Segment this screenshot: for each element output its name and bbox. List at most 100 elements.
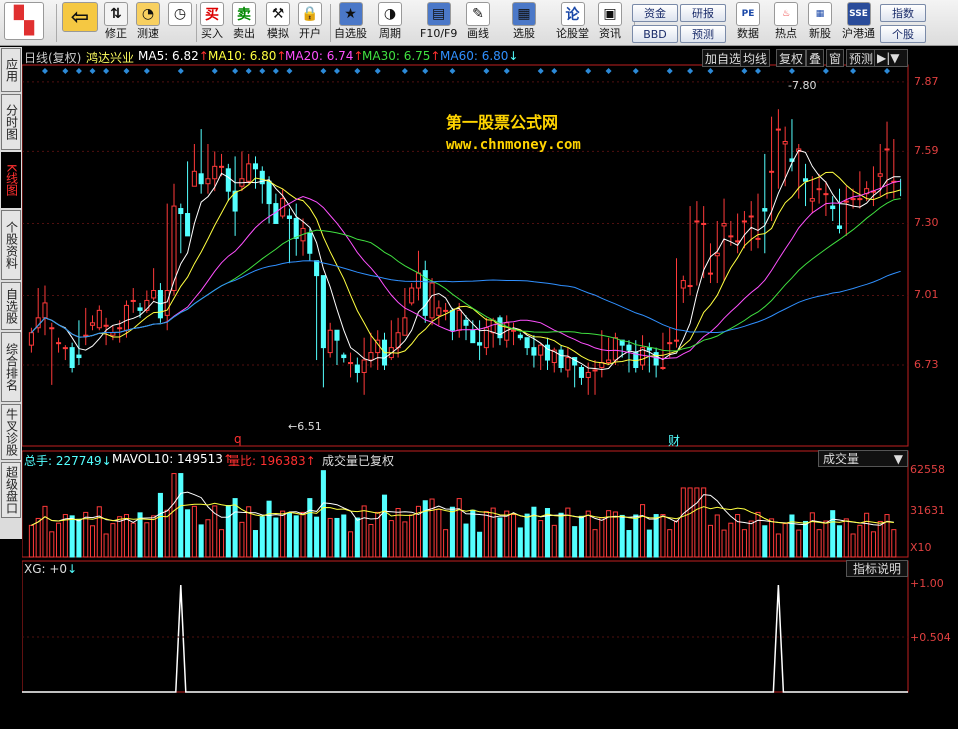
toolbar-button-15[interactable]: 论论股堂 [556, 2, 589, 44]
header-button-1[interactable]: 加自选 [702, 49, 744, 67]
volume-bar [118, 517, 122, 557]
volume-bar [321, 471, 325, 557]
toolbar-button-10[interactable]: ★ 自选股 [334, 2, 367, 44]
left-tab-1[interactable]: 应用 [1, 48, 21, 92]
volume-bar [491, 508, 495, 557]
candle-body [817, 189, 821, 190]
toolbar-button-7[interactable]: 卖卖出 [232, 2, 256, 44]
volume-bar [111, 524, 115, 557]
volume-bar [294, 516, 298, 557]
volume-indicator-dropdown[interactable]: 成交量 ▼ [818, 450, 908, 467]
xg-indicator-line [22, 585, 908, 692]
volume-bar [199, 525, 203, 557]
left-tab-6[interactable]: 综合排名 [1, 332, 21, 402]
toolbar-right-button-2[interactable]: ♨ 热点 [774, 2, 798, 44]
toolbar-button-12[interactable]: ▤ F10/F9 [420, 2, 457, 44]
toolbar-button-label: 数据 [737, 27, 759, 41]
header-button-2[interactable]: 均线 [740, 49, 770, 67]
sell-icon: 卖 [232, 2, 256, 26]
candle-body [688, 286, 692, 287]
candle-body [668, 343, 672, 344]
toolbar-button-11[interactable]: ◑ 周期 [378, 2, 402, 44]
toolbar-button-13[interactable]: ✎ 画线 [466, 2, 490, 44]
toolbar-button-1[interactable]: ▚ [4, 2, 44, 44]
signal-diamond-icon [606, 68, 612, 74]
toolbar-small-button-5[interactable]: 指数 [880, 4, 926, 22]
toolbar-small-button-2[interactable]: BBD [632, 25, 678, 43]
candle-body [124, 305, 128, 330]
header-button-3[interactable]: 复权 [776, 49, 806, 67]
marker-q: q [234, 432, 242, 446]
signal-diamond-icon [850, 68, 856, 74]
signal-diamond-icon [144, 68, 150, 74]
volume-bar [674, 521, 678, 557]
indicator-help-button[interactable]: 指标说明 [846, 560, 908, 577]
toolbar-small-button-6[interactable]: 个股 [880, 25, 926, 43]
volume-bar [505, 511, 509, 557]
candle-body [396, 333, 400, 348]
volume-bar [437, 509, 441, 557]
candle-body [837, 226, 841, 228]
signal-diamond-icon [755, 68, 761, 74]
candle-body [43, 303, 47, 318]
toolbar-button-14[interactable]: ▦ 选股 [512, 2, 536, 44]
toolbar-right-button-4[interactable]: SSE 沪港通 [842, 2, 875, 44]
volume-bar [647, 530, 651, 557]
toolbar-button-6[interactable]: 买买入 [200, 2, 224, 44]
volume-bar [131, 523, 135, 557]
toolbar-button-16[interactable]: ▣ 资讯 [598, 2, 622, 44]
header-button-4[interactable]: 叠 [806, 49, 824, 67]
left-tab-7[interactable]: 牛叉诊股 [1, 404, 21, 460]
toolbar-button-2[interactable]: ⇦ [62, 2, 98, 44]
indicator-axis-label: +1.00 [910, 577, 944, 590]
candle-body [369, 353, 373, 360]
volume-bar [668, 530, 672, 557]
volume-bar [783, 524, 787, 557]
volume-bar [858, 525, 862, 557]
volume-bar [423, 501, 427, 557]
left-tab-2[interactable]: 分时图 [1, 94, 21, 150]
toolbar-button-8[interactable]: ⚒ 模拟 [266, 2, 290, 44]
volume-bar [702, 488, 706, 557]
ma10-value: MA10: 6.80↑ [208, 49, 286, 63]
toolbar-button-4[interactable]: ◔ 测速 [136, 2, 160, 44]
left-tab-8[interactable]: 超级盘口 [1, 462, 21, 518]
volume-bar [104, 534, 108, 557]
marker-cai[interactable]: 财 [668, 432, 680, 449]
left-tab-3[interactable]: K线图 [1, 152, 21, 208]
volume-bar [219, 530, 223, 557]
volume-bar [484, 512, 488, 557]
volume-bar [444, 530, 448, 557]
volume-bar [450, 507, 454, 557]
toolbar-button-3[interactable]: ⇅ 修正 [104, 2, 128, 44]
watermark-url: www.chnmoney.com [446, 137, 581, 153]
candle-body [613, 338, 617, 360]
toolbar-right-button-3[interactable]: ▦ 新股 [808, 2, 832, 44]
header-button-5[interactable]: 窗 [826, 49, 844, 67]
toolbar-small-button-1[interactable]: 资金 [632, 4, 678, 22]
toolbar-right-button-1[interactable]: PE 数据 [736, 2, 760, 44]
toolbar-button-label: 论股堂 [556, 27, 589, 41]
kline-chart-area[interactable]: 日线(复权) 鸿达兴业 MA5: 6.82↑ MA10: 6.80↑ MA20:… [22, 47, 958, 729]
candle-body [511, 330, 515, 331]
toolbar-button-9[interactable]: 🔒 开户 [298, 2, 322, 44]
header-button-6[interactable]: 预测 [846, 49, 876, 67]
candle-body [410, 288, 414, 303]
toolbar-button-5[interactable]: ◷ [168, 2, 192, 44]
candle-body [858, 199, 862, 200]
toolbar-small-button-3[interactable]: 研报 [680, 4, 726, 22]
volume-bar [471, 510, 475, 557]
pencil-icon: ✎ [466, 2, 490, 26]
left-tab-4[interactable]: 个股资料 [1, 210, 21, 280]
period-label[interactable]: 日线(复权) [24, 49, 81, 66]
toolbar-small-button-4[interactable]: 预测 [680, 25, 726, 43]
signal-diamond-icon [375, 68, 381, 74]
candle-body [192, 171, 196, 186]
header-expand-button[interactable]: ▶|▼ [874, 49, 908, 67]
volume-bar [831, 511, 835, 557]
left-tab-5[interactable]: 自选股 [1, 282, 21, 330]
candle-body [464, 320, 468, 325]
news-icon: ▣ [598, 2, 622, 26]
candle-body [763, 209, 767, 211]
candle-body [186, 214, 190, 236]
